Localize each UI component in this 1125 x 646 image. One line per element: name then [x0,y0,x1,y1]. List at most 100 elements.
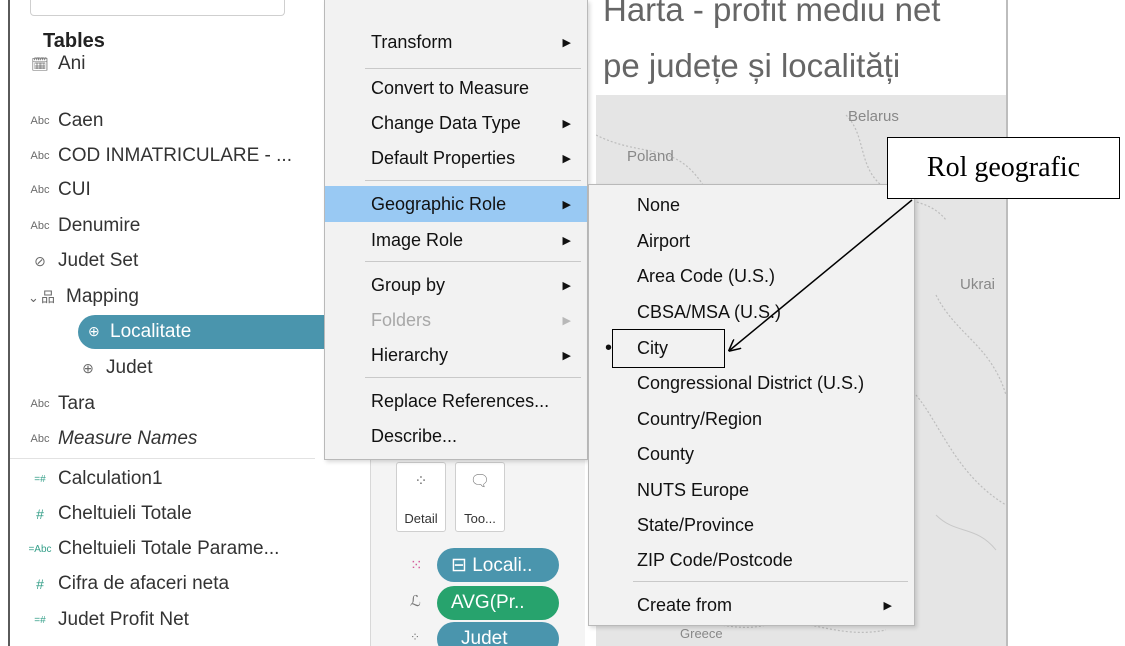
hierarchy-icon: 品 [41,289,55,305]
geographic-role-submenu: None Airport Area Code (U.S.) CBSA/MSA (… [588,184,915,626]
field-label: Cheltuieli Totale [58,503,192,524]
judet-mark-pill[interactable]: Judet [437,622,559,646]
field-calculation1[interactable]: =# Calculation1 [22,462,162,496]
menu-item-label: Group by [371,274,446,295]
menu-item-change-data-type[interactable]: Change Data Type ▶ [325,105,587,141]
field-label: Cifra de afaceri neta [58,573,230,594]
geo-item-airport[interactable]: Airport [589,223,914,259]
field-tara[interactable]: Abc Tara [22,387,95,421]
abc-icon: Abc [30,115,50,127]
geo-item-country-region[interactable]: Country/Region [589,401,914,437]
menu-item-transform[interactable]: Transform ▶ [325,24,587,60]
geo-item-create-from[interactable]: Create from ▶ [589,587,914,623]
field-label: Ani [58,53,86,74]
field-cifra-de-afaceri-neta[interactable]: # Cifra de afaceri neta [22,567,229,601]
tooltip-button[interactable]: 🗨 Too... [455,462,505,532]
globe-icon: ⊕ [88,323,100,339]
tooltip-bubble-icon: 🗨 [469,473,491,490]
menu-item-label: Airport [637,230,691,251]
selected-bullet-icon: • [605,336,613,359]
detail-dots-icon: ⁘ [414,473,428,490]
field-cheltuieli-totale-parame[interactable]: =Abc Cheltuieli Totale Parame... [22,532,279,566]
map-label-poland: Poland [627,148,674,165]
field-cod-inmatriculare[interactable]: Abc COD INMATRICULARE - ... [22,139,292,173]
geo-item-county[interactable]: County [589,436,914,472]
menu-item-label: County [637,443,695,464]
map-label-belarus: Belarus [848,108,899,125]
menu-separator [365,261,581,262]
field-denumire[interactable]: Abc Denumire [22,209,141,243]
field-measure-names[interactable]: Abc Measure Names [22,422,198,456]
geo-item-zip-code[interactable]: ZIP Code/Postcode [589,542,914,578]
geo-item-cbsa-msa[interactable]: CBSA/MSA (U.S.) [589,294,914,330]
dimensions-measures-divider [10,458,315,459]
submenu-arrow-icon: ▶ [562,152,571,165]
geo-item-area-code[interactable]: Area Code (U.S.) [589,258,914,294]
color-icon: ⁙ [410,557,423,574]
submenu-arrow-icon: ▶ [883,599,892,612]
menu-item-hierarchy[interactable]: Hierarchy ▶ [325,337,587,373]
field-judet-profit-net[interactable]: =# Judet Profit Net [22,603,189,637]
menu-item-label: Folders [371,309,432,330]
field-label: Judet [106,357,153,378]
menu-item-label: Hierarchy [371,344,449,365]
calculated-measure-icon: =# [34,614,46,626]
calculated-measure-icon: =# [34,473,46,485]
submenu-arrow-icon: ▶ [562,314,571,327]
menu-item-label: Default Properties [371,147,516,168]
submenu-arrow-icon: ▶ [562,349,571,362]
field-cheltuieli-totale[interactable]: # Cheltuieli Totale [22,497,192,531]
field-label: Mapping [66,286,139,307]
localitate-mark-pill[interactable]: ⊟ Locali.. [437,548,559,582]
submenu-arrow-icon: ▶ [562,117,571,130]
map-title-line2: pe județe și localități [603,47,901,84]
annotation-callout: Rol geografic [887,137,1120,199]
menu-item-replace-references[interactable]: Replace References... [325,383,587,419]
detail-label: Detail [404,511,438,526]
menu-item-label: Geographic Role [371,193,507,214]
submenu-arrow-icon: ▶ [562,234,571,247]
city-highlight-box [612,329,725,368]
menu-item-geographic-role[interactable]: Geographic Role ▶ [325,186,587,222]
view-border [1006,0,1008,646]
field-label: CUI [58,179,91,200]
menu-item-default-properties[interactable]: Default Properties ▶ [325,140,587,176]
map-label-ukraine: Ukrai [960,276,996,293]
menu-item-group-by[interactable]: Group by ▶ [325,267,587,303]
geo-item-nuts-europe[interactable]: NUTS Europe [589,472,914,508]
menu-item-label: None [637,194,681,215]
menu-item-label: ZIP Code/Postcode [637,549,793,570]
field-context-menu: Transform ▶ Convert to Measure Change Dat… [324,0,588,460]
field-search-input[interactable] [30,0,285,16]
set-icon: ⊘ [34,252,46,269]
geo-item-congressional-district[interactable]: Congressional District (U.S.) [589,365,914,401]
menu-item-label: Change Data Type [371,112,521,133]
field-label: Caen [58,110,104,131]
globe-icon: ⊕ [82,359,94,376]
menu-item-image-role[interactable]: Image Role ▶ [325,222,587,258]
avg-profit-mark-pill[interactable]: AVG(Pr.. [437,586,559,620]
field-judet[interactable]: ⊕ Judet [70,351,152,385]
field-judet-set[interactable]: ⊘ Judet Set [22,244,138,278]
submenu-arrow-icon: ▶ [562,36,571,49]
field-localitate-selected[interactable]: ⊕ Localitate [78,315,328,349]
menu-item-label: Describe... [371,425,458,446]
field-cui[interactable]: Abc CUI [22,173,91,207]
field-caen[interactable]: Abc Caen [22,104,104,138]
menu-separator [365,180,581,181]
menu-item-describe[interactable]: Describe... [325,418,587,454]
menu-item-convert-to-measure[interactable]: Convert to Measure [325,70,587,106]
field-mapping-hierarchy[interactable]: 品 Mapping [30,280,139,314]
field-ani[interactable]: 🗓 Ani [22,47,85,81]
menu-item-label: Convert to Measure [371,77,530,98]
detail-button[interactable]: ⁘ Detail [396,462,446,532]
field-label: Measure Names [58,428,198,449]
geo-item-none[interactable]: None [589,187,914,223]
field-label: Localitate [110,321,192,342]
submenu-arrow-icon: ▶ [562,279,571,292]
field-label: Judet Profit Net [58,609,189,630]
field-label: Judet Set [58,250,139,271]
calculated-abc-icon: =Abc [28,543,52,555]
geo-item-state-province[interactable]: State/Province [589,507,914,543]
detail-dots-icon: ⁘ [410,630,421,644]
